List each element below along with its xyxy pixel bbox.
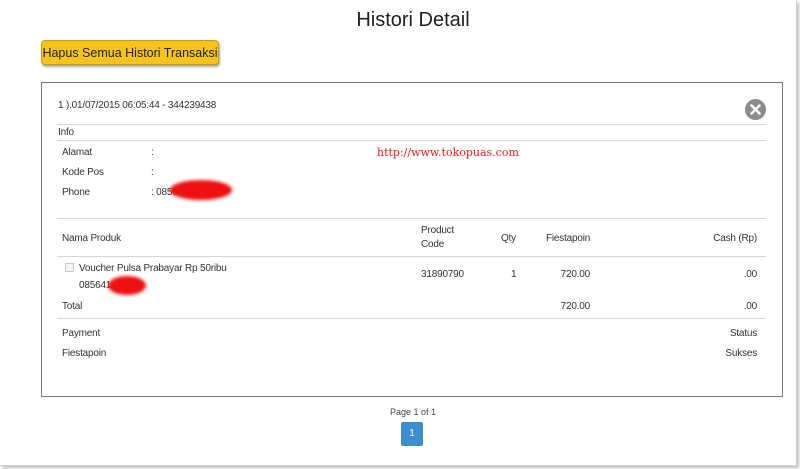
status-label: Status [729, 328, 757, 339]
divider [57, 218, 766, 219]
field-label-alamat: Alamat [62, 147, 92, 158]
page-title: Histori Detail [356, 9, 470, 31]
payment-status: Sukses [725, 348, 757, 359]
product-fiestapoin: 720.00 [560, 269, 591, 280]
col-header-cash: Cash (Rp) [713, 233, 757, 244]
col-header-product-code-1: Product [421, 225, 455, 236]
divider [57, 124, 766, 125]
transaction-header: 1 ).01/07/2015 06:05:44 - 344239438 [58, 100, 217, 111]
watermark-url: http://www.tokopuas.com [377, 146, 519, 159]
product-number: 085641 [79, 280, 112, 291]
total-fiestapoin: 720.00 [560, 301, 591, 312]
pagination-info: Page 1 of 1 [389, 407, 437, 417]
redaction-mark [108, 276, 146, 295]
page-button-1[interactable]: 1 [401, 422, 423, 446]
col-header-product-code-2: Code [421, 239, 445, 250]
field-label-kode-pos: Kode Pos [62, 167, 104, 178]
close-icon[interactable] [745, 99, 766, 120]
product-cash: .00 [743, 269, 758, 280]
total-cash: .00 [743, 301, 758, 312]
col-header-qty: Qty [501, 233, 516, 244]
divider [57, 318, 766, 319]
transaction-panel [41, 82, 783, 397]
info-heading: Info [58, 127, 74, 138]
product-qty: 1 [511, 269, 517, 280]
product-name: Voucher Pulsa Prabayar Rp 50ribu [79, 263, 227, 274]
close-icon-glyph [750, 104, 761, 115]
total-label: Total [62, 301, 83, 312]
clear-history-button[interactable]: Hapus Semua Histori Transaksi [41, 40, 219, 65]
payment-label: Payment [62, 328, 101, 339]
divider [57, 256, 766, 257]
field-value-kode-pos: : [151, 167, 154, 178]
payment-method: Fiestapoin [62, 348, 107, 359]
checkbox-icon[interactable] [65, 263, 74, 272]
divider [57, 140, 766, 141]
col-header-fiestapoin: Fiestapoin [546, 233, 591, 244]
redaction-mark [170, 180, 232, 200]
field-value-alamat: : [151, 147, 154, 158]
col-header-product-name: Nama Produk [62, 233, 121, 244]
product-code: 31890790 [421, 269, 464, 280]
field-label-phone: Phone [62, 187, 90, 198]
